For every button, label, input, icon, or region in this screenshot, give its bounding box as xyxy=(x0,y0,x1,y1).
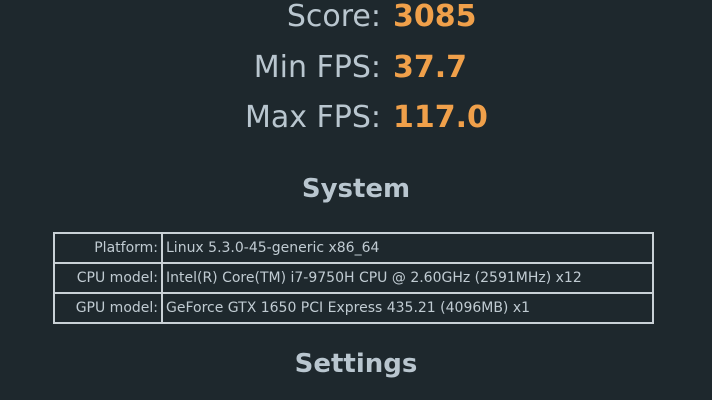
min-fps-label: Min FPS: xyxy=(253,50,381,85)
table-row: Platform: Linux 5.3.0-45-generic x86_64 xyxy=(54,233,653,263)
system-heading: System xyxy=(301,174,411,204)
score-value: 3085 xyxy=(393,0,477,34)
cpu-model-value: Intel(R) Core(TM) i7-9750H CPU @ 2.60GHz… xyxy=(162,263,653,293)
cpu-model-key: CPU model: xyxy=(54,263,162,293)
max-fps-value: 117.0 xyxy=(393,100,488,135)
table-row: GPU model: GeForce GTX 1650 PCI Express … xyxy=(54,293,653,323)
system-info-table: Platform: Linux 5.3.0-45-generic x86_64 … xyxy=(53,232,654,324)
max-fps-label: Max FPS: xyxy=(244,100,381,135)
score-label: Score: xyxy=(286,0,381,34)
platform-value: Linux 5.3.0-45-generic x86_64 xyxy=(162,233,653,263)
max-fps-row: Max FPS: 117.0 xyxy=(0,96,712,140)
platform-key: Platform: xyxy=(54,233,162,263)
table-row: CPU model: Intel(R) Core(TM) i7-9750H CP… xyxy=(54,263,653,293)
settings-heading: Settings xyxy=(294,349,418,379)
gpu-model-key: GPU model: xyxy=(54,293,162,323)
gpu-model-value: GeForce GTX 1650 PCI Express 435.21 (409… xyxy=(162,293,653,323)
score-row: Score: 3085 xyxy=(0,0,712,39)
min-fps-row: Min FPS: 37.7 xyxy=(0,46,712,90)
min-fps-value: 37.7 xyxy=(393,50,468,85)
